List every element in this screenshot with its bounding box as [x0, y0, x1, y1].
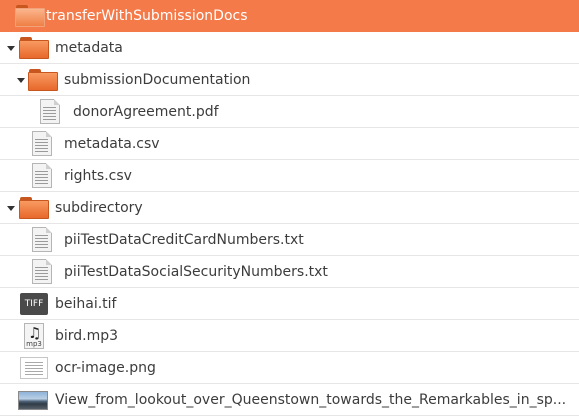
audio-file-icon: ♫ mp3 — [24, 323, 44, 349]
tiff-icon: TIFF — [20, 293, 48, 315]
expand-arrow-icon[interactable] — [7, 46, 15, 51]
tree-row-bird-mp3[interactable]: ♫ mp3 bird.mp3 — [0, 320, 579, 352]
tree-row-label: subdirectory — [55, 200, 143, 216]
tree-row-metadata[interactable]: metadata — [0, 32, 579, 64]
tree-row-beihai-tif[interactable]: TIFF beihai.tif — [0, 288, 579, 320]
tree-row-label: ocr-image.png — [55, 360, 156, 376]
expand-arrow-icon[interactable] — [17, 78, 25, 83]
tree-row-donorAgreement[interactable]: donorAgreement.pdf — [0, 96, 579, 128]
photo-thumbnail-icon — [18, 391, 48, 410]
tree-row-label: donorAgreement.pdf — [73, 104, 219, 120]
tree-row-label: transferWithSubmissionDocs — [46, 8, 248, 24]
tree-row-label: piiTestDataCreditCardNumbers.txt — [64, 232, 304, 248]
folder-icon — [28, 69, 58, 91]
tree-row-label: piiTestDataSocialSecurityNumbers.txt — [64, 264, 328, 280]
tree-row-label: submissionDocumentation — [64, 72, 251, 88]
image-thumbnail-icon — [20, 357, 48, 379]
document-icon — [40, 99, 60, 124]
expand-arrow-icon[interactable] — [7, 206, 15, 211]
document-icon — [32, 163, 52, 188]
tree-row-label: rights.csv — [64, 168, 132, 184]
tree-row-subdirectory[interactable]: subdirectory — [0, 192, 579, 224]
tree-row-transferWithSubmissionDocs[interactable]: transferWithSubmissionDocs — [0, 0, 579, 32]
audio-extension-label: mp3 — [26, 340, 42, 348]
folder-icon — [19, 197, 49, 219]
tree-row-label: beihai.tif — [55, 296, 117, 312]
music-note-icon: ♫ — [28, 324, 42, 342]
document-icon — [32, 259, 52, 284]
folder-icon — [19, 37, 49, 59]
document-icon — [32, 227, 52, 252]
tree-row-label: bird.mp3 — [55, 328, 119, 344]
tree-row-rights-csv[interactable]: rights.csv — [0, 160, 579, 192]
tree-row-submissionDocumentation[interactable]: submissionDocumentation — [0, 64, 579, 96]
tree-row-label: metadata.csv — [64, 136, 160, 152]
tree-row-piiTestDataSocialSecurityNumbers[interactable]: piiTestDataSocialSecurityNumbers.txt — [0, 256, 579, 288]
folder-icon — [15, 5, 45, 27]
tree-row-label: metadata — [55, 40, 123, 56]
tree-row-label: View_from_lookout_over_Queenstown_toward… — [55, 392, 567, 408]
tree-row-view-from-lookout[interactable]: View_from_lookout_over_Queenstown_toward… — [0, 384, 579, 416]
tree-row-piiTestDataCreditCardNumbers[interactable]: piiTestDataCreditCardNumbers.txt — [0, 224, 579, 256]
document-icon — [32, 131, 52, 156]
file-tree: transferWithSubmissionDocs metadata subm… — [0, 0, 579, 416]
tree-row-metadata-csv[interactable]: metadata.csv — [0, 128, 579, 160]
tree-row-ocr-image[interactable]: ocr-image.png — [0, 352, 579, 384]
